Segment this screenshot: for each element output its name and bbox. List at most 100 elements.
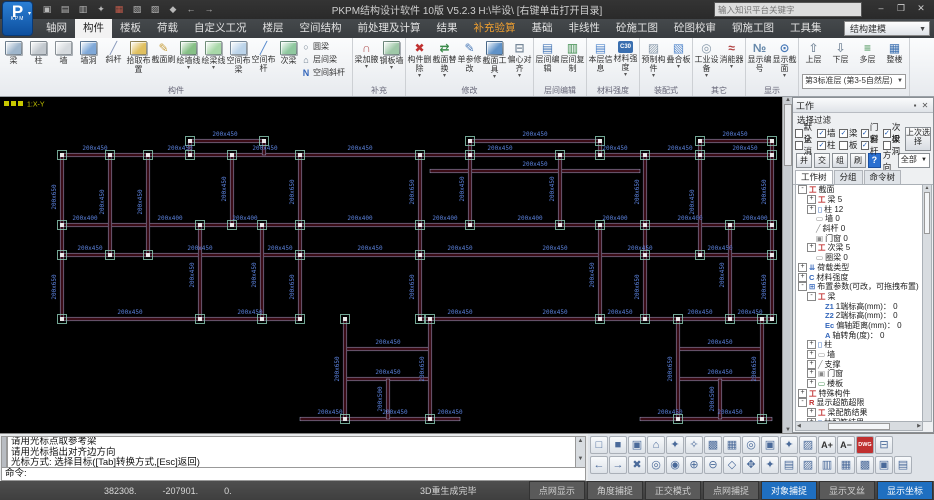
- beam[interactable]: [470, 139, 600, 143]
- tree-expander-icon[interactable]: +: [807, 205, 816, 214]
- zoom-window-icon[interactable]: ◎: [647, 456, 665, 474]
- command-input-line[interactable]: 命令:: [1, 467, 586, 481]
- tree-expander-icon[interactable]: -: [798, 185, 807, 194]
- beam[interactable]: [345, 347, 430, 351]
- column[interactable]: [760, 417, 764, 421]
- ribbon-button-1-11[interactable]: ╱空间布杆: [251, 39, 276, 86]
- settings-list-icon[interactable]: ▤: [894, 456, 912, 474]
- column[interactable]: [770, 153, 774, 157]
- scroll-right-icon[interactable]: ▶: [917, 423, 921, 429]
- column[interactable]: [418, 153, 422, 157]
- render-icon[interactable]: ▩: [704, 436, 722, 454]
- column[interactable]: [468, 139, 472, 143]
- ribbon-button-1-2[interactable]: 柱: [26, 39, 51, 86]
- zoom-out-icon[interactable]: ⊖: [704, 456, 722, 474]
- column[interactable]: [643, 223, 647, 227]
- ribbon-tab-16[interactable]: 工具集: [782, 19, 830, 38]
- beam[interactable]: [558, 155, 562, 225]
- column[interactable]: [728, 317, 732, 321]
- beam[interactable]: [420, 317, 645, 321]
- column[interactable]: [418, 223, 422, 227]
- mode-selector[interactable]: ▼ 结构建模: [844, 21, 930, 36]
- column[interactable]: [198, 223, 202, 227]
- ribbon-button-8-1[interactable]: №显示编号: [747, 39, 772, 86]
- minimize-button[interactable]: –: [872, 0, 890, 17]
- column[interactable]: [108, 153, 112, 157]
- command-scrollbar[interactable]: ▲▼: [575, 436, 586, 469]
- tree-expander-icon[interactable]: +: [798, 263, 807, 272]
- ribbon-button-1-5[interactable]: ╱斜杆: [101, 39, 126, 86]
- tree-item-4[interactable]: ▭墙 0: [796, 214, 922, 224]
- ribbon-button-9-3[interactable]: ≡多层: [854, 39, 881, 73]
- tree-item-9[interactable]: +⇊荷载类型: [796, 263, 922, 273]
- status-toggle-5[interactable]: 对象捕捉: [761, 481, 817, 500]
- beam[interactable]: [298, 155, 302, 319]
- ribbon-tab-5[interactable]: 自定义工况: [186, 19, 255, 38]
- spotlight-icon[interactable]: ✦: [761, 456, 779, 474]
- beam[interactable]: [698, 141, 702, 255]
- column[interactable]: [298, 223, 302, 227]
- column[interactable]: [418, 253, 422, 257]
- ribbon-button-2-2[interactable]: 钢板墙▾: [379, 39, 404, 86]
- tree-expander-icon[interactable]: +: [807, 340, 816, 349]
- ribbon-button-1-4[interactable]: 墙洞: [76, 39, 101, 86]
- beam[interactable]: [428, 319, 432, 419]
- column[interactable]: [188, 153, 192, 157]
- ribbon-small-button-1[interactable]: ○圆梁: [301, 41, 351, 53]
- multi-floor-icon[interactable]: ▦: [837, 456, 855, 474]
- filter-r2-3[interactable]: 板: [839, 139, 861, 151]
- view-iso-icon[interactable]: □: [590, 436, 608, 454]
- checkbox-icon[interactable]: [883, 141, 891, 150]
- floor-selector-dropdown[interactable]: ▼第3标准层 (第3-5自然层): [802, 74, 906, 89]
- checkbox-icon[interactable]: ✓: [861, 141, 869, 150]
- ribbon-tab-3[interactable]: 楼板: [112, 19, 149, 38]
- layer-marker-icon[interactable]: [18, 101, 23, 106]
- column[interactable]: [676, 417, 680, 421]
- tree-expander-icon[interactable]: +: [807, 195, 816, 204]
- tree-expander-icon[interactable]: -: [798, 398, 807, 407]
- member-edit-icon[interactable]: ▨: [799, 456, 817, 474]
- ribbon-button-3-1[interactable]: ✖构件删除▾: [407, 39, 432, 86]
- tree-item-1[interactable]: -工截面: [796, 185, 922, 195]
- column[interactable]: [643, 317, 647, 321]
- beam[interactable]: [418, 155, 422, 319]
- pick-icon[interactable]: ✦: [94, 4, 108, 15]
- checkbox-icon[interactable]: [795, 141, 803, 150]
- font-increase-icon[interactable]: A+: [818, 436, 836, 454]
- column[interactable]: [770, 317, 774, 321]
- beam[interactable]: [598, 225, 602, 319]
- panel-tab-1[interactable]: 工作树: [795, 170, 833, 184]
- close-icon[interactable]: ✕: [920, 101, 930, 110]
- ribbon-button-1-7[interactable]: ✎截面刷: [151, 39, 176, 86]
- column[interactable]: [230, 223, 234, 227]
- layer-marker-icon[interactable]: [11, 101, 16, 106]
- tree-expander-icon[interactable]: +: [807, 350, 816, 359]
- open-icon[interactable]: ▥: [76, 4, 90, 15]
- restore-button[interactable]: ❐: [892, 0, 910, 17]
- column[interactable]: [468, 223, 472, 227]
- status-toggle-4[interactable]: 点网捕捉: [703, 481, 759, 500]
- tree-item-19[interactable]: +╱支撑: [796, 359, 922, 369]
- column[interactable]: [598, 317, 602, 321]
- toolbox-icon[interactable]: ▦: [112, 4, 126, 15]
- save-all-icon[interactable]: ▤: [58, 4, 72, 15]
- ribbon-tab-11[interactable]: 基础: [524, 19, 561, 38]
- column[interactable]: [188, 139, 192, 143]
- show-label-icon[interactable]: ✦: [780, 436, 798, 454]
- panel-tab-2[interactable]: 分组: [834, 170, 863, 184]
- beam[interactable]: [700, 139, 772, 143]
- ribbon-button-9-2[interactable]: ⇩下层: [827, 39, 854, 73]
- column[interactable]: [728, 223, 732, 227]
- font-decrease-icon[interactable]: A−: [837, 436, 855, 454]
- column[interactable]: [418, 317, 422, 321]
- tree-expander-icon[interactable]: +: [807, 379, 816, 388]
- status-toggle-1[interactable]: 点网显示: [529, 481, 585, 500]
- column[interactable]: [770, 139, 774, 143]
- beam[interactable]: [343, 319, 347, 419]
- column[interactable]: [698, 253, 702, 257]
- column[interactable]: [468, 153, 472, 157]
- column[interactable]: [558, 153, 562, 157]
- column[interactable]: [146, 153, 150, 157]
- column[interactable]: [146, 253, 150, 257]
- column[interactable]: [598, 139, 602, 143]
